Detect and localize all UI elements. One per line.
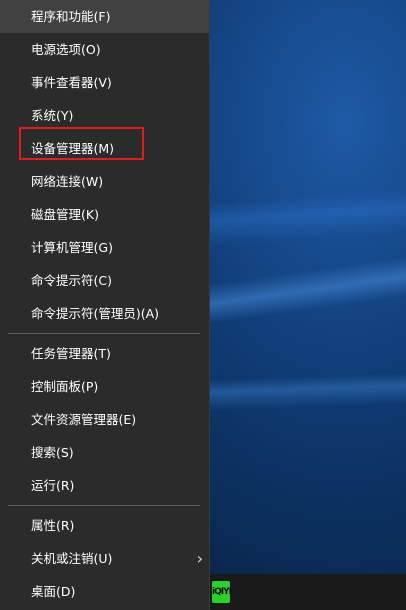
menu-item-search[interactable]: 搜索(S) <box>0 436 209 469</box>
menu-item-desktop[interactable]: 桌面(D) <box>0 575 209 608</box>
menu-item-event-viewer[interactable]: 事件查看器(V) <box>0 66 209 99</box>
menu-item-power-options[interactable]: 电源选项(O) <box>0 33 209 66</box>
menu-item-file-explorer[interactable]: 文件资源管理器(E) <box>0 403 209 436</box>
chevron-right-icon: › <box>196 549 203 568</box>
menu-separator <box>8 505 200 506</box>
menu-item-task-manager[interactable]: 任务管理器(T) <box>0 337 209 370</box>
menu-item-control-panel[interactable]: 控制面板(P) <box>0 370 209 403</box>
menu-item-label: 关机或注销(U) <box>31 551 113 566</box>
menu-item-run[interactable]: 运行(R) <box>0 469 209 502</box>
menu-item-disk-management[interactable]: 磁盘管理(K) <box>0 198 209 231</box>
menu-item-command-prompt[interactable]: 命令提示符(C) <box>0 264 209 297</box>
power-user-menu: 程序和功能(F) 电源选项(O) 事件查看器(V) 系统(Y) 设备管理器(M)… <box>0 0 210 610</box>
menu-item-properties[interactable]: 属性(R) <box>0 509 209 542</box>
highlight-box-device-manager <box>19 127 144 160</box>
menu-item-network-connections[interactable]: 网络连接(W) <box>0 165 209 198</box>
menu-item-shutdown-or-sign-out[interactable]: 关机或注销(U) › <box>0 542 209 575</box>
menu-item-computer-management[interactable]: 计算机管理(G) <box>0 231 209 264</box>
menu-item-command-prompt-admin[interactable]: 命令提示符(管理员)(A) <box>0 297 209 330</box>
iqiyi-app-icon[interactable]: iQIYI <box>212 581 232 603</box>
menu-item-programs-and-features[interactable]: 程序和功能(F) <box>0 0 209 33</box>
menu-separator <box>8 333 200 334</box>
